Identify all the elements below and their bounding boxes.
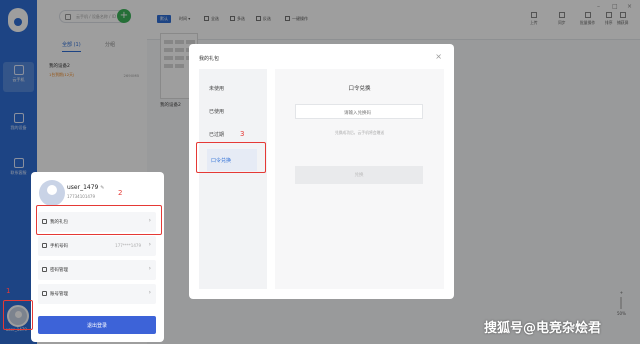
menu-used[interactable]: 已使用 <box>209 108 224 115</box>
redeem-hint: 兑换成功后，云手机将会赠送 <box>334 130 385 135</box>
phone-icon <box>42 243 47 248</box>
gift-dialog: 我的礼包 × 未使用 已使用 已过期 口令兑换 3 口令兑换 兑换成功后，云手机… <box>189 44 454 299</box>
lock-icon <box>42 267 47 272</box>
annotation-box <box>36 205 162 235</box>
chevron-right-icon: › <box>148 289 151 296</box>
close-icon[interactable]: × <box>435 52 442 61</box>
username-text: user_1479 <box>67 184 99 191</box>
dialog-menu: 未使用 已使用 已过期 口令兑换 <box>199 69 267 289</box>
annotation-box <box>196 142 266 173</box>
logout-button[interactable]: 退出登录 <box>38 316 156 334</box>
redeem-title: 口令兑换 <box>348 86 371 92</box>
menu-unused[interactable]: 未使用 <box>209 85 224 92</box>
row-label: 账号管理 <box>50 292 68 297</box>
popover-item-password[interactable]: 密码管理 › <box>38 260 156 280</box>
row-label: 手机号码 <box>50 244 68 249</box>
row-label: 密码管理 <box>50 268 68 273</box>
chevron-right-icon: › <box>148 241 151 248</box>
user-icon <box>42 291 47 296</box>
user-popover: user_1479 ✎ 17734101479 我的礼包 › 手机号码 177*… <box>31 172 164 342</box>
edit-icon[interactable]: ✎ <box>100 185 104 191</box>
row-value: 177****1479 <box>115 243 141 248</box>
redeem-button[interactable]: 兑换 <box>295 166 423 184</box>
popover-item-phone[interactable]: 手机号码 177****1479 › <box>38 236 156 256</box>
username: user_1479 ✎ <box>67 184 104 191</box>
popover-item-account[interactable]: 账号管理 › <box>38 284 156 304</box>
menu-expired[interactable]: 已过期 <box>209 131 224 138</box>
annotation-box <box>3 300 33 330</box>
annotation-number: 3 <box>240 130 245 138</box>
dialog-title: 我的礼包 <box>199 56 220 62</box>
avatar <box>39 180 65 206</box>
watermark: 搜狐号@电竞杂烩君 <box>484 321 602 336</box>
annotation-number: 2 <box>118 189 123 197</box>
redeem-code-input[interactable] <box>295 104 423 119</box>
chevron-right-icon: › <box>148 265 151 272</box>
redeem-panel: 口令兑换 兑换成功后，云手机将会赠送 兑换 <box>275 69 444 289</box>
user-phone: 17734101479 <box>67 194 95 199</box>
annotation-number: 1 <box>6 287 11 295</box>
